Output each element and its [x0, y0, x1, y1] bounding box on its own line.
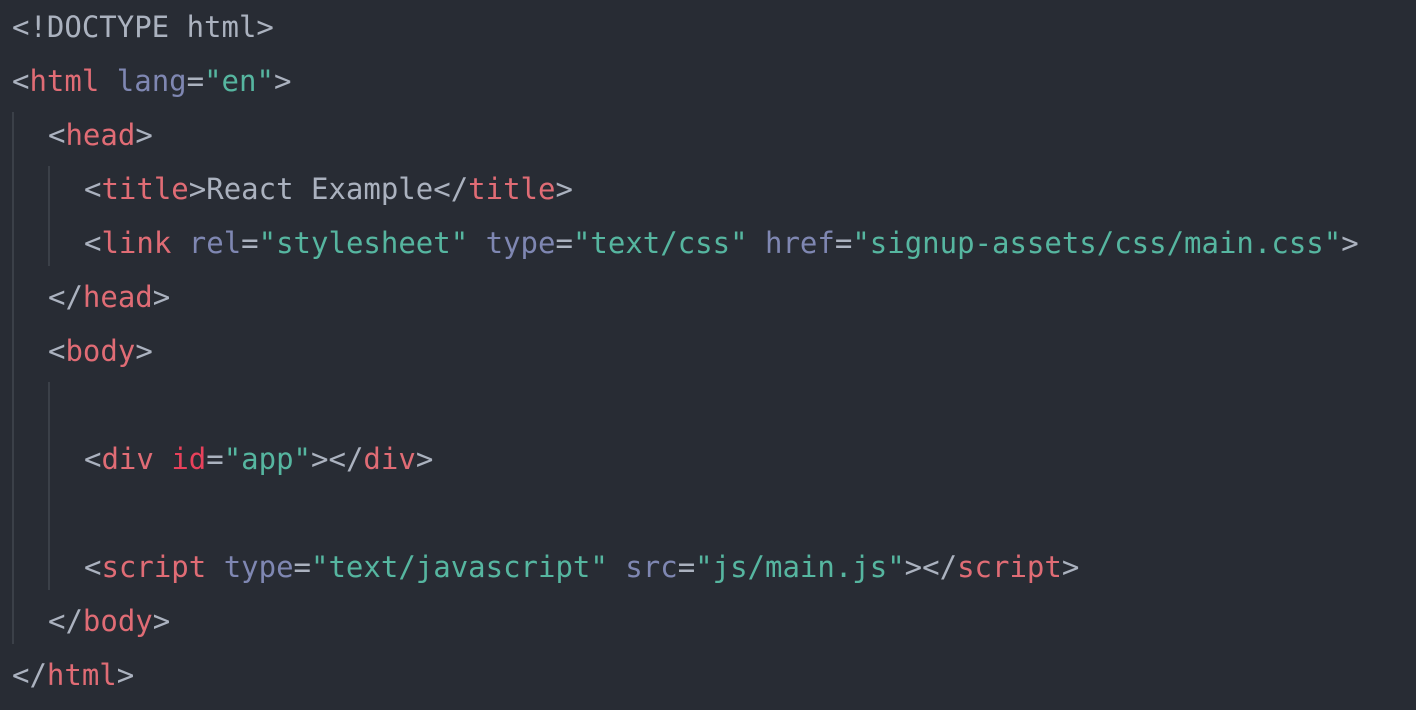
code-token-tag: html: [29, 64, 100, 98]
code-token-punct: =: [206, 442, 224, 476]
code-token-id: id: [171, 442, 207, 476]
code-token-str: "en": [204, 64, 274, 98]
code-token-tag: title: [468, 172, 556, 206]
code-token-punct: =: [186, 64, 205, 98]
code-token-attr: href: [765, 226, 835, 260]
code-token-tag: body: [65, 334, 136, 368]
code-token-punct: </: [48, 280, 83, 314]
code-line-content: <!DOCTYPE html>: [12, 0, 274, 54]
code-token-punct: =: [555, 226, 573, 260]
code-token-str: "signup-assets/css/main.css": [852, 226, 1342, 260]
code-line[interactable]: <!DOCTYPE html>: [0, 0, 1416, 54]
code-token-str: "text/javascript": [311, 550, 608, 584]
code-token-punct: >: [135, 118, 153, 152]
code-token-tag: head: [82, 280, 153, 314]
code-token-punct: >: [188, 172, 207, 206]
indent-guide: [48, 166, 50, 266]
code-area[interactable]: <!DOCTYPE html> <html lang="en"> <head> <ti…: [0, 0, 1416, 702]
code-token-tag: div: [101, 442, 154, 476]
code-token-attr: src: [625, 550, 678, 584]
code-line[interactable]: <head>: [0, 108, 1416, 162]
code-token-attr: type: [485, 226, 556, 260]
code-token-tag: head: [65, 118, 136, 152]
code-token-punct: <: [48, 118, 66, 152]
code-token-tag: title: [101, 172, 189, 206]
code-token-doctype: <!DOCTYPE html>: [12, 10, 274, 44]
code-token-punct: <: [84, 226, 102, 260]
code-token-str: "text/css": [572, 226, 748, 260]
code-token-punct: </: [12, 658, 47, 692]
code-line[interactable]: <html lang="en">: [0, 54, 1416, 108]
code-token-punct: ></: [311, 442, 364, 476]
code-line-content: </html>: [12, 648, 134, 702]
code-token-punct: >: [135, 334, 153, 368]
indent-guide: [48, 382, 50, 590]
code-token-punct: >: [555, 172, 573, 206]
code-token-tag: body: [82, 604, 153, 638]
code-token-punct: >: [1061, 550, 1080, 584]
code-line[interactable]: </body>: [0, 594, 1416, 648]
code-line[interactable]: <link rel="stylesheet" type="text/css" h…: [0, 216, 1416, 270]
code-token-punct: >: [273, 64, 292, 98]
code-line[interactable]: </html>: [0, 648, 1416, 702]
code-editor[interactable]: <!DOCTYPE html> <html lang="en"> <head> <ti…: [0, 0, 1416, 710]
code-token-punct: <: [48, 334, 66, 368]
code-token-punct: >: [152, 604, 171, 638]
code-token-str: "app": [223, 442, 312, 476]
code-token-punct: <: [12, 64, 30, 98]
code-line-content: <div id="app"></div>: [84, 432, 433, 486]
code-line[interactable]: [0, 378, 1416, 432]
code-token-punct: </: [433, 172, 469, 206]
code-token-punct: <: [84, 442, 102, 476]
code-token-punct: ></: [904, 550, 958, 584]
code-line-content: </head>: [48, 270, 170, 324]
code-token-punct: =: [241, 226, 259, 260]
code-line-content: <body>: [48, 324, 153, 378]
code-token-attr: type: [223, 550, 294, 584]
code-token-punct: </: [48, 604, 83, 638]
code-token-tag: script: [101, 550, 207, 584]
code-token-punct: >: [1341, 226, 1359, 260]
indent-guide: [12, 112, 14, 644]
code-token-str: "js/main.js": [695, 550, 905, 584]
code-token-tag: div: [363, 442, 416, 476]
code-token-punct: <: [84, 172, 102, 206]
code-token-tag: html: [46, 658, 117, 692]
code-line-content: <title>React Example</title>: [84, 162, 573, 216]
code-token-punct: >: [116, 658, 135, 692]
code-line-content: <head>: [48, 108, 153, 162]
code-line[interactable]: <script type="text/javascript" src="js/m…: [0, 540, 1416, 594]
code-token-punct: >: [415, 442, 434, 476]
code-token-punct: =: [834, 226, 853, 260]
code-token-punct: =: [677, 550, 696, 584]
code-line-content: <html lang="en">: [12, 54, 291, 108]
code-token-attr: lang: [116, 64, 187, 98]
code-line-content: <link rel="stylesheet" type="text/css" h…: [84, 216, 1359, 270]
code-token-punct: <: [84, 550, 102, 584]
code-line[interactable]: <div id="app"></div>: [0, 432, 1416, 486]
code-token-tag: script: [957, 550, 1062, 584]
code-token-text: React Example: [206, 172, 434, 206]
code-line[interactable]: </head>: [0, 270, 1416, 324]
code-token-attr: rel: [188, 226, 242, 260]
code-token-str: "stylesheet": [258, 226, 469, 260]
code-token-tag: link: [101, 226, 172, 260]
code-line-content: <script type="text/javascript" src="js/m…: [84, 540, 1079, 594]
code-line[interactable]: <body>: [0, 324, 1416, 378]
code-line[interactable]: <title>React Example</title>: [0, 162, 1416, 216]
code-line-content: </body>: [48, 594, 170, 648]
code-token-punct: =: [293, 550, 312, 584]
code-token-punct: >: [152, 280, 171, 314]
code-line[interactable]: [0, 486, 1416, 540]
